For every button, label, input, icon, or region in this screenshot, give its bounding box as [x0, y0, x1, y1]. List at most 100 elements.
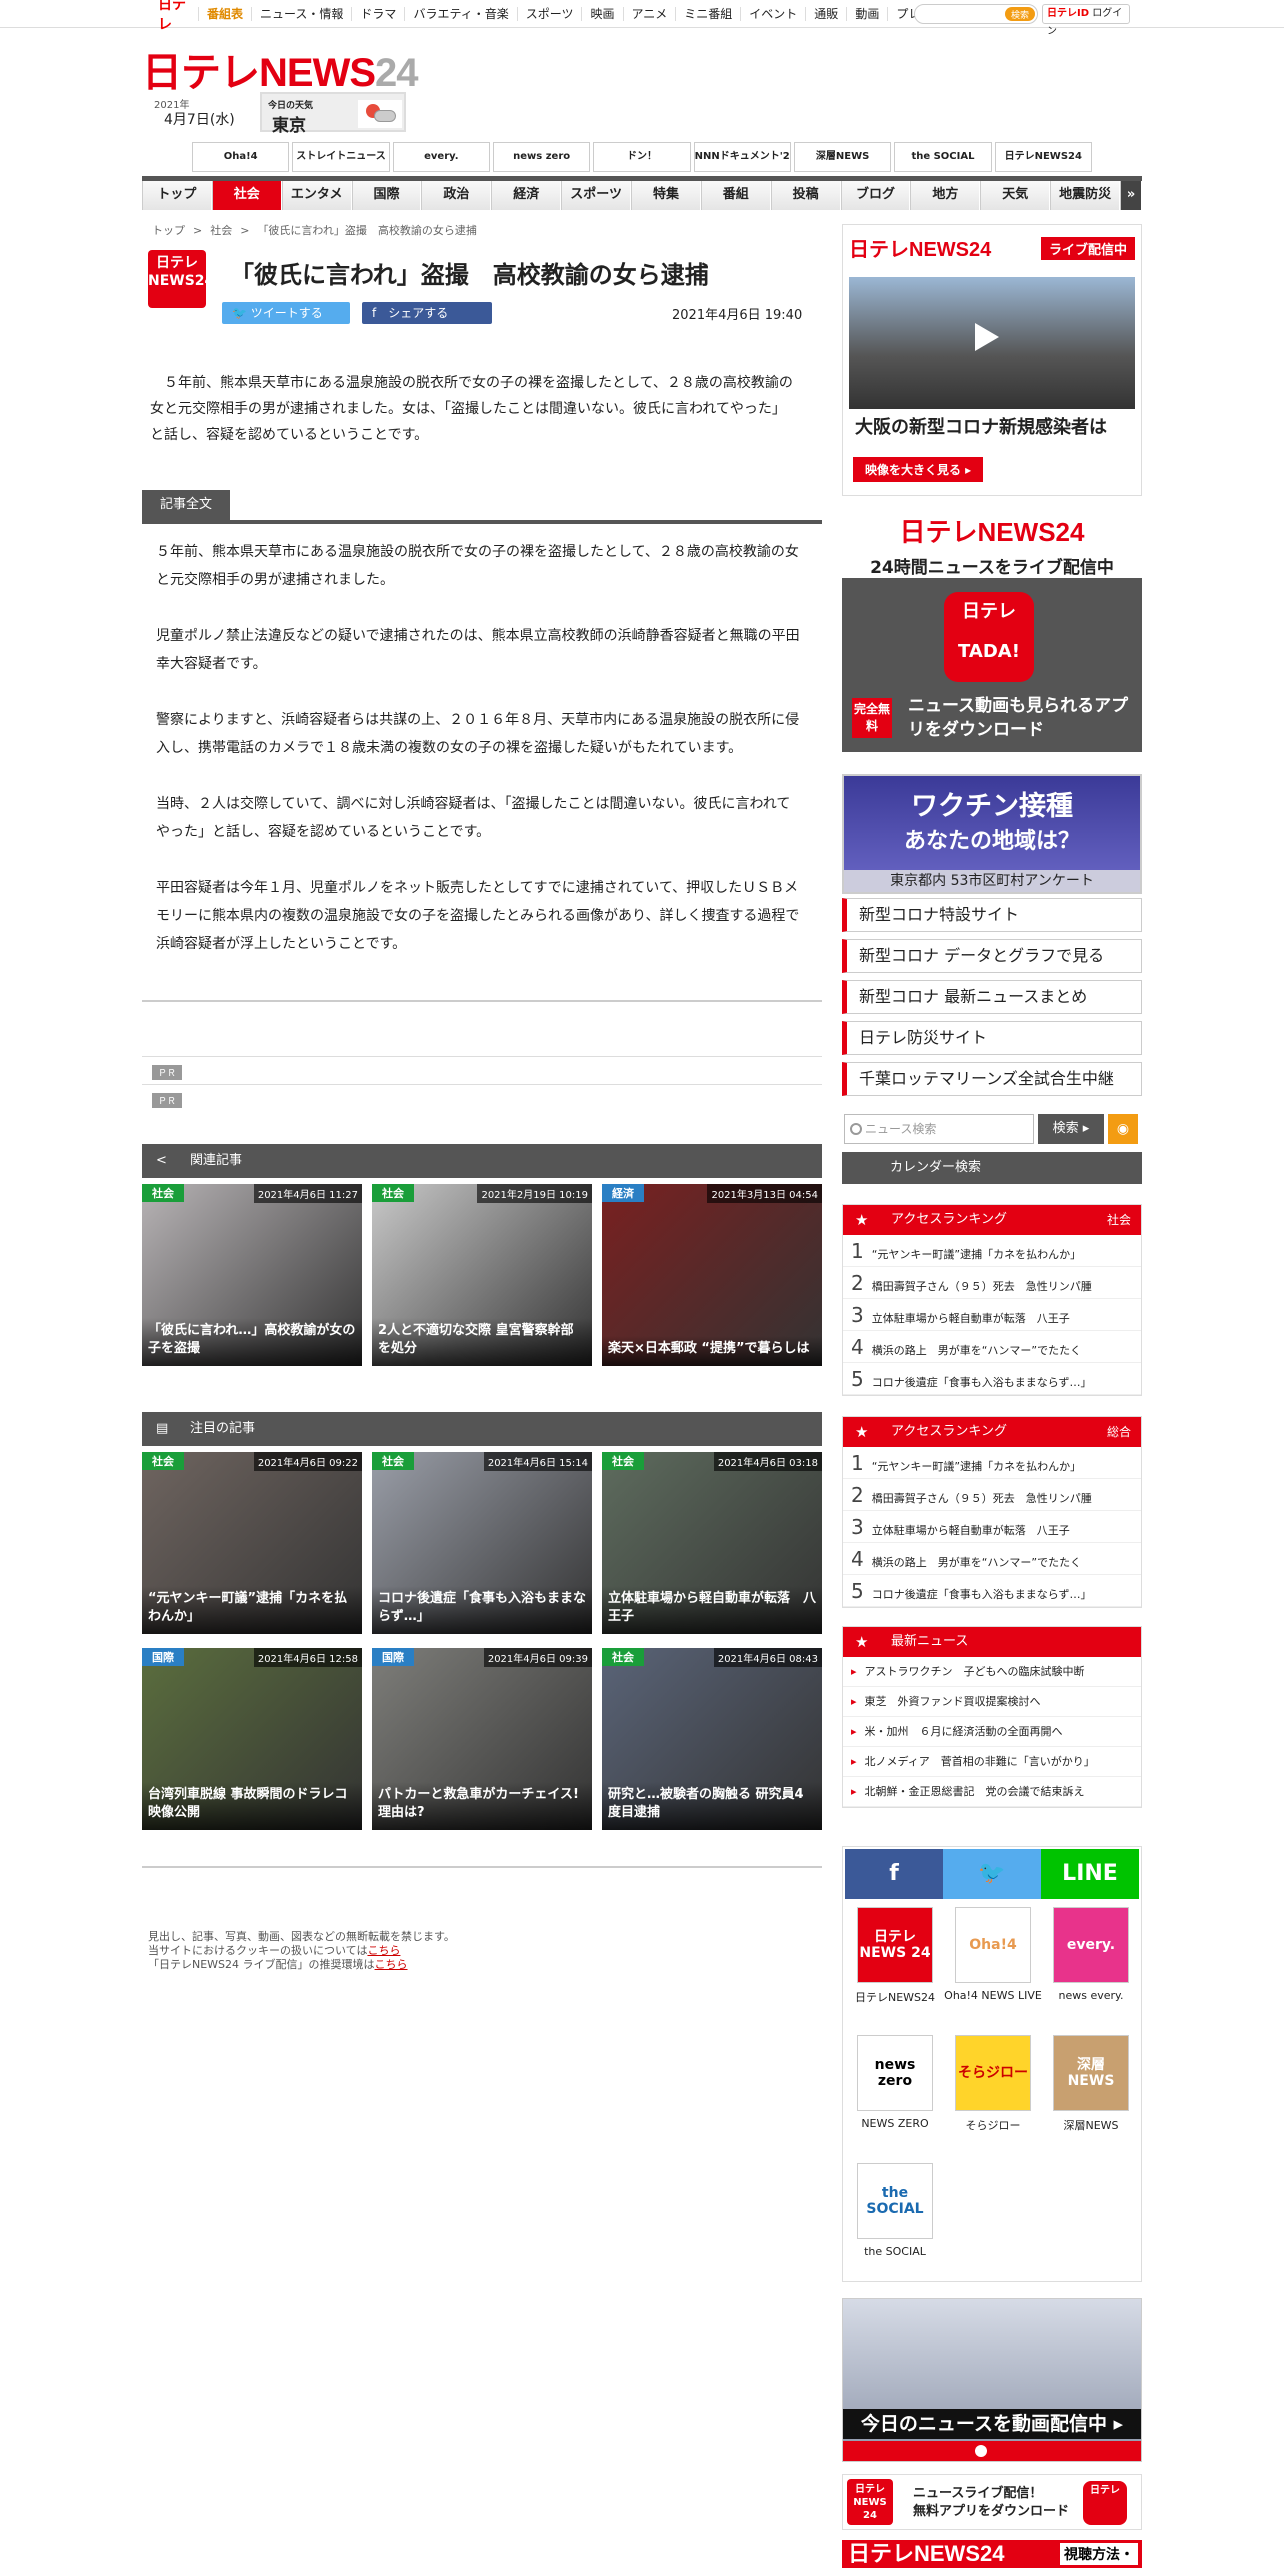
program-banner[interactable]: the SOCIAL [894, 142, 992, 172]
app-download-text[interactable]: ニュース動画も見られるアプリをダウンロード [908, 694, 1142, 742]
program-banner[interactable]: 深層NEWS [793, 142, 892, 172]
app-item[interactable]: そらジロー そらジロー [943, 2035, 1043, 2133]
program-banner[interactable]: every. [392, 142, 490, 172]
carousel-nav[interactable] [843, 2441, 1141, 2461]
news-search-input[interactable]: ニュース検索 [844, 1114, 1034, 1144]
news-card[interactable]: 社会 2021年4月6日 15:14 コロナ後遺症「食事も入浴もままならず…」 [372, 1452, 592, 1634]
nav-tab[interactable]: 天気 [980, 181, 1051, 210]
enlarge-video-button[interactable]: 映像を大きく見る ▸ [853, 457, 984, 482]
live-stream-box[interactable]: 日テレNEWS24 ライブ配信中 大阪の新型コロナ新規感染者は 映像を大きく見る… [842, 224, 1142, 496]
twitter-icon[interactable]: 🐦 [943, 1849, 1041, 1899]
video-promo-banner[interactable]: 今日のニュースを動画配信中 ▸ [842, 2298, 1142, 2462]
app-icon[interactable]: 日テレ NEWS 24 [857, 1907, 933, 1983]
live-video-thumbnail[interactable] [849, 277, 1135, 409]
site-logo[interactable]: 日テレNEWS24 [142, 40, 418, 98]
ranking-item[interactable]: 3 立体駐車場から軽自動車が転落 八王子 [843, 1299, 1141, 1331]
latest-news-item[interactable]: 北朝鮮・金正恩総書記 党の会議で結束訴え [843, 1777, 1141, 1807]
topnav-item[interactable]: 映画 [581, 7, 622, 21]
ranking-item[interactable]: 5 コロナ後遺症「食事も入浴もままならず…」 [843, 1575, 1141, 1607]
app-icon[interactable]: the SOCIAL [857, 2163, 933, 2239]
latest-news-item[interactable]: アストラワクチン 子どもへの臨床試験中断 [843, 1657, 1141, 1687]
watch-method-banner[interactable]: 日テレNEWS24 視聴方法・ [842, 2540, 1142, 2568]
app-item[interactable]: Oha!4 Oha!4 NEWS LIVE [943, 1907, 1043, 2002]
global-search-input[interactable]: 検索 [914, 4, 1038, 24]
program-banner[interactable]: NNNドキュメント'21 [693, 142, 791, 172]
news-card[interactable]: 社会 2021年2月19日 10:19 2人と不適切な交際 皇宮警察幹部を処分 [372, 1184, 592, 1366]
ntv-logo[interactable]: 日テレ [154, 0, 198, 34]
tweet-button[interactable]: 🐦 ツイートする [222, 302, 350, 324]
nav-tab[interactable]: 地震防災 [1050, 181, 1121, 210]
nav-more-button[interactable]: » [1120, 181, 1143, 210]
latest-news-item[interactable]: 東芝 外資ファンド買収提案検討へ [843, 1687, 1141, 1717]
app-item[interactable]: the SOCIAL the SOCIAL [845, 2163, 945, 2258]
side-link[interactable]: 千葉ロッテマリーンズ全試合生中継 [842, 1062, 1142, 1096]
news-card[interactable]: 社会 2021年4月6日 03:18 立体駐車場から軽自動車が転落 八王子 [602, 1452, 822, 1634]
news-card[interactable]: 社会 2021年4月6日 11:27 「彼氏に言われ…」高校教諭が女の子を盗撮 [142, 1184, 362, 1366]
app-download-banner[interactable]: 日テレ NEWS 24 ニュースライブ配信！ 無料アプリをダウンロード 日テレ [842, 2474, 1142, 2530]
nav-tab[interactable]: エンタメ [281, 181, 352, 210]
app-icon[interactable]: そらジロー [955, 2035, 1031, 2111]
topnav-item[interactable]: アニメ [622, 7, 676, 21]
news-card[interactable]: 国際 2021年4月6日 09:39 パトカーと救急車がカーチェイス!理由は? [372, 1648, 592, 1830]
calendar-search-button[interactable]: カレンダー検索 [842, 1152, 1142, 1184]
ranking-item[interactable]: 3 立体駐車場から軽自動車が転落 八王子 [843, 1511, 1141, 1543]
play-icon[interactable] [975, 323, 999, 351]
news-card[interactable]: 社会 2021年4月6日 09:22 “元ヤンキー町議”逮捕「カネを払わんか」 [142, 1452, 362, 1634]
latest-news-item[interactable]: 米・加州 ６月に経済活動の全面再開へ [843, 1717, 1141, 1747]
nav-tab[interactable]: 番組 [700, 181, 771, 210]
latest-news-item[interactable]: 北ノメディア 菅首相の非難に「言いがかり」 [843, 1747, 1141, 1777]
line-icon[interactable]: LINE [1041, 1849, 1139, 1899]
carousel-dot[interactable] [975, 2445, 987, 2457]
nav-tab[interactable]: 社会 [211, 181, 282, 210]
app-item[interactable]: news zero NEWS ZERO [845, 2035, 945, 2130]
ranking-item[interactable]: 2 橋田壽賀子さん（９５）死去 急性リンパ腫 [843, 1479, 1141, 1511]
live24-app-promo[interactable]: 日テレNEWS24 24時間ニュースをライブ配信中 日テレ TADA! 完全無料… [842, 512, 1142, 752]
login-button[interactable]: 日テレID ログイン [1042, 4, 1130, 37]
ranking-item[interactable]: 4 横浜の路上 男が車を“ハンマー”でたたく [843, 1543, 1141, 1575]
nav-tab[interactable]: スポーツ [561, 181, 632, 210]
topnav-item[interactable]: ニュース・情報 [251, 7, 351, 21]
pr-slot[interactable]: ＰＲ [142, 1056, 822, 1082]
app-icon[interactable]: Oha!4 [955, 1907, 1031, 1983]
program-banner[interactable]: ドン！ [593, 142, 691, 172]
program-banner[interactable]: ストレイトニュース [292, 142, 390, 172]
ranking-item[interactable]: 4 横浜の路上 男が車を“ハンマー”でたたく [843, 1331, 1141, 1363]
ranking-item[interactable]: 2 橋田壽賀子さん（９５）死去 急性リンパ腫 [843, 1267, 1141, 1299]
nav-tab[interactable]: 経済 [491, 181, 562, 210]
nav-tab[interactable]: ブログ [840, 181, 911, 210]
app-item[interactable]: every. news every. [1041, 1907, 1141, 2002]
app-icon[interactable]: news zero [857, 2035, 933, 2111]
topnav-item[interactable]: ドラマ [351, 7, 404, 21]
tada-app-icon[interactable]: 日テレ TADA! [944, 592, 1034, 682]
footer-cookie-link[interactable]: こちら [367, 1944, 400, 1957]
app-icon[interactable]: 深層 NEWS [1053, 2035, 1129, 2111]
nav-tab[interactable]: 政治 [421, 181, 492, 210]
topnav-item[interactable]: 動画 [846, 7, 887, 21]
weather-widget[interactable]: 今日の天気 東京 [260, 92, 406, 136]
app-item[interactable]: 日テレ NEWS 24 日テレNEWS24 [845, 1907, 945, 2005]
vaccine-banner[interactable]: ワクチン接種 あなたの地域は？ 東京都内 53市区町村アンケート [842, 774, 1142, 894]
app-icon[interactable]: every. [1053, 1907, 1129, 1983]
topnav-item[interactable]: バラエティ・音楽 [404, 7, 516, 21]
news-card[interactable]: 経済 2021年3月13日 04:54 楽天×日本郵政 “提携”で暮らしは [602, 1184, 822, 1366]
topnav-item[interactable]: ミニ番組 [675, 7, 740, 21]
program-banner[interactable]: Oha!4 [192, 142, 290, 172]
side-link[interactable]: 新型コロナ データとグラフで見る [842, 939, 1142, 973]
footer-env-link[interactable]: こちら [375, 1958, 408, 1971]
news-card[interactable]: 国際 2021年4月6日 12:58 台湾列車脱線 事故瞬間のドラレコ映像公開 [142, 1648, 362, 1830]
side-link[interactable]: 新型コロナ 最新ニュースまとめ [842, 980, 1142, 1014]
nav-tab[interactable]: 投稿 [770, 181, 841, 210]
facebook-share-button[interactable]: f シェアする [362, 302, 492, 324]
nav-tab[interactable]: 地方 [910, 181, 981, 210]
global-search-button[interactable]: 検索 [1005, 7, 1035, 21]
topnav-item[interactable]: スポーツ [516, 7, 582, 21]
breadcrumb-item[interactable]: トップ [152, 224, 185, 237]
news-card[interactable]: 社会 2021年4月6日 08:43 研究と…被験者の胸触る 研究員4度目逮捕 [602, 1648, 822, 1830]
topnav-item[interactable]: イベント [740, 7, 805, 21]
ranking-item[interactable]: 5 コロナ後遺症「食事も入浴もままならず…」 [843, 1363, 1141, 1395]
ranking-item[interactable]: 1 “元ヤンキー町議”逮捕「カネを払わんか」 [843, 1447, 1141, 1479]
topnav-item[interactable]: 通販 [805, 7, 846, 21]
nav-tab[interactable]: トップ [142, 181, 212, 210]
facebook-icon[interactable]: f [845, 1849, 943, 1899]
nav-tab[interactable]: 特集 [631, 181, 701, 210]
